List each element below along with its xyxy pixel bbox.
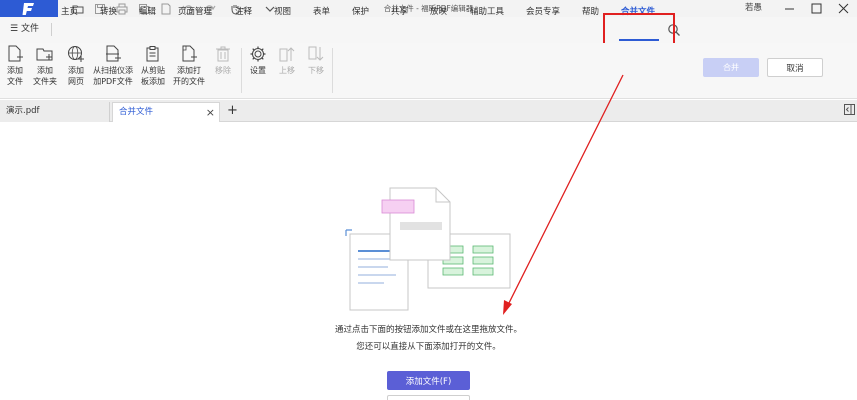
move-down-button[interactable]: 下移	[305, 45, 327, 76]
menu-home[interactable]: 主页	[61, 0, 78, 26]
add-file-label: 添加 文件	[7, 66, 23, 86]
move-up-label: 上移	[279, 66, 295, 75]
hamburger-icon: ☰	[10, 24, 19, 34]
move-down-label: 下移	[308, 66, 324, 75]
file-menu[interactable]: ☰ 文件	[10, 17, 39, 43]
menu-divider	[51, 23, 52, 36]
trash-icon	[216, 46, 230, 62]
clipboard-add-label: 从剪贴 板添加	[141, 66, 165, 86]
settings-label: 设置	[250, 66, 266, 75]
add-file-icon	[8, 45, 23, 62]
add-file-primary-button[interactable]: 添加文件(F)	[387, 371, 470, 390]
scan-add-button[interactable]: 从扫描仪添 加PDF文件	[92, 45, 134, 87]
ribbon-divider	[241, 48, 242, 93]
add-open-files-label: 添加打 开的文件	[173, 66, 205, 86]
title-bar: 合并文件 - 福昕PDF编辑器 若愚	[0, 0, 857, 17]
minimize-icon[interactable]	[776, 0, 802, 17]
close-tab-icon[interactable]: ×	[206, 103, 215, 122]
tab-merge-files-label: 合并文件	[119, 107, 154, 117]
add-folder-icon	[36, 48, 53, 61]
menu-convert[interactable]: 转换	[100, 0, 117, 26]
page-icon[interactable]	[158, 1, 174, 16]
menu-comment[interactable]: 注释	[235, 0, 252, 26]
clipboard-icon	[146, 46, 159, 62]
merge-button[interactable]: 合并	[703, 58, 759, 77]
app-window: 合并文件 - 福昕PDF编辑器 若愚 ☰ 文件 主页 转换 编辑 页面管理 注释…	[0, 0, 857, 400]
ribbon-divider	[332, 48, 333, 93]
add-webpage-button[interactable]: 添加 网页	[65, 45, 87, 87]
panel-toggle-icon[interactable]	[844, 104, 855, 115]
foxit-logo-icon	[22, 2, 34, 15]
add-webpage-label: 添加 网页	[68, 66, 84, 86]
move-up-icon	[279, 47, 295, 62]
scan-add-label: 从扫描仪添 加PDF文件	[93, 66, 133, 86]
add-folder-label: 添加 文件夹	[33, 66, 57, 86]
tab-demo-pdf[interactable]: 演示.pdf	[0, 102, 110, 122]
add-open-files-secondary-button[interactable]	[387, 395, 470, 400]
menu-tools[interactable]: 辅助工具	[470, 0, 504, 26]
drop-hint-line-2: 您还可以直接从下面添加打开的文件。	[356, 342, 501, 352]
file-menu-label: 文件	[20, 24, 39, 34]
menu-bar	[0, 17, 857, 43]
remove-label: 移除	[215, 66, 231, 75]
menu-member[interactable]: 会员专享	[526, 0, 560, 26]
maximize-icon[interactable]	[803, 0, 829, 17]
move-up-button[interactable]: 上移	[276, 45, 298, 76]
app-logo	[0, 0, 58, 17]
menu-view[interactable]: 视图	[274, 0, 291, 26]
menu-help[interactable]: 帮助	[582, 0, 599, 26]
add-folder-button[interactable]: 添加 文件夹	[33, 45, 57, 87]
new-tab-button[interactable]: +	[227, 101, 238, 121]
drop-hint-line-1: 通过点击下面的按钮添加文件或在这里拖放文件。	[334, 325, 522, 335]
settings-button[interactable]: 设置	[247, 45, 269, 76]
add-open-file-icon	[182, 45, 197, 62]
menu-slideshow[interactable]: 放映	[430, 0, 447, 26]
menu-edit[interactable]: 编辑	[139, 0, 156, 26]
globe-icon	[68, 46, 84, 62]
cancel-button[interactable]: 取消	[767, 58, 823, 77]
menu-share[interactable]: 共享	[391, 0, 408, 26]
add-open-files-button[interactable]: 添加打 开的文件	[172, 45, 206, 87]
tab-merge-files[interactable]: 合并文件 ×	[112, 102, 220, 122]
add-file-button[interactable]: 添加 文件	[4, 45, 26, 87]
user-name[interactable]: 若愚	[745, 0, 762, 17]
scanner-icon	[106, 45, 121, 62]
gear-icon	[250, 46, 266, 62]
drop-files-illustration	[345, 187, 511, 311]
menu-page-management[interactable]: 页面管理	[178, 0, 212, 26]
clipboard-add-button[interactable]: 从剪贴 板添加	[140, 45, 166, 87]
move-down-icon	[308, 46, 324, 61]
remove-button[interactable]: 移除	[212, 45, 234, 76]
menu-form[interactable]: 表单	[313, 0, 330, 26]
menu-protect[interactable]: 保护	[352, 0, 369, 26]
close-window-icon[interactable]	[830, 0, 856, 17]
